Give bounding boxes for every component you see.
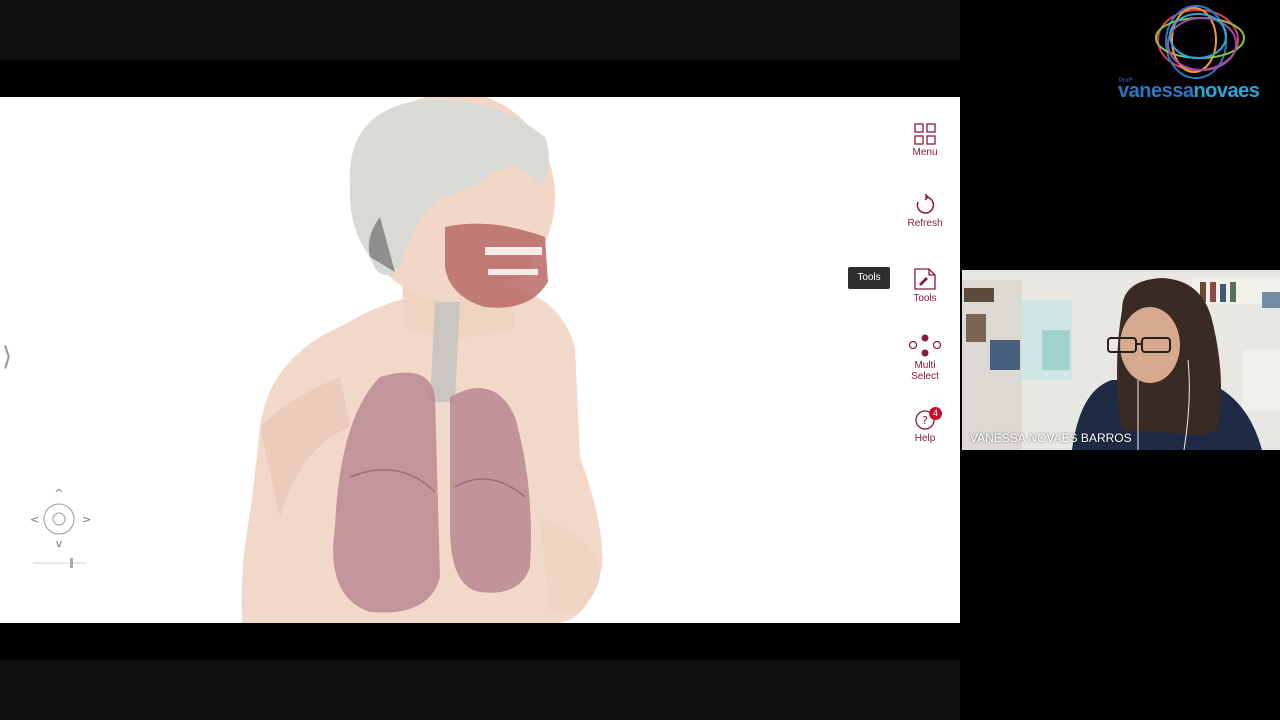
multi-select-button[interactable]: Multi Select	[900, 334, 950, 382]
tools-icon	[914, 268, 936, 290]
svg-text:>: >	[82, 513, 91, 526]
brand-name-part1: vanessa	[1118, 80, 1194, 102]
svg-text:^: ^	[54, 487, 63, 500]
menu-button[interactable]: Menu	[900, 123, 950, 158]
help-label: Help	[914, 433, 936, 444]
anatomy-model[interactable]	[230, 97, 630, 623]
multi-select-label-line1: Multi	[914, 360, 936, 371]
multi-select-label-line2: Select	[911, 371, 939, 382]
letterbox-bottom	[0, 660, 960, 720]
menu-label: Menu	[912, 147, 938, 158]
brand-name-part2: novaes	[1193, 80, 1260, 102]
brand-name: vanessanovaes	[1118, 80, 1260, 103]
help-button[interactable]: ? 4 Help	[900, 407, 950, 444]
svg-text:<: <	[30, 513, 39, 526]
tools-label: Tools	[913, 293, 937, 304]
refresh-button[interactable]: Refresh	[900, 194, 950, 229]
letterbox-top	[0, 0, 960, 60]
refresh-label: Refresh	[907, 218, 943, 229]
multi-select-icon	[908, 334, 942, 357]
refresh-icon	[916, 194, 935, 214]
participant-name: VANESSA NOVAES BARROS	[970, 431, 1132, 445]
webcam-scene	[962, 270, 1280, 450]
tools-button[interactable]: Tools	[900, 267, 950, 304]
anatomy-viewer[interactable]: ⟩ ^ < > v Menu Refresh Tools Tools Multi…	[0, 97, 960, 623]
help-notification-badge: 4	[929, 407, 942, 420]
grid-icon	[914, 123, 936, 145]
svg-text:?: ?	[922, 414, 928, 427]
tools-tooltip: Tools	[848, 267, 890, 289]
webcam-feed: VANESSA NOVAES BARROS	[962, 270, 1280, 450]
navigation-pad[interactable]: ^ < > v	[26, 485, 92, 575]
svg-text:v: v	[56, 537, 63, 550]
panel-expand-icon[interactable]: ⟩	[2, 343, 12, 369]
